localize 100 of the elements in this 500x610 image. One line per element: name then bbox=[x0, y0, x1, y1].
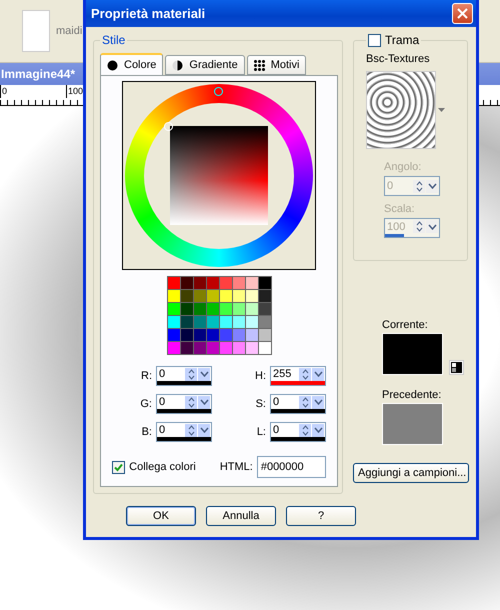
field-label: L: bbox=[256, 426, 266, 438]
dialog-button[interactable]: Annulla bbox=[206, 506, 276, 526]
color-swatch[interactable] bbox=[194, 303, 206, 315]
dropdown-button[interactable] bbox=[312, 396, 324, 408]
color-swatch[interactable] bbox=[180, 290, 192, 302]
color-swatch[interactable] bbox=[194, 329, 206, 341]
color-swatch[interactable] bbox=[180, 342, 192, 354]
checkbox[interactable] bbox=[368, 34, 381, 46]
color-swatch[interactable] bbox=[168, 316, 180, 328]
color-swatch[interactable] bbox=[206, 342, 218, 354]
dot-grid-icon bbox=[254, 60, 265, 70]
dialog-button[interactable]: ? bbox=[286, 506, 356, 526]
color-swatch[interactable] bbox=[246, 316, 258, 328]
caret-icon[interactable] bbox=[438, 108, 445, 112]
number-field[interactable]: 0 bbox=[156, 394, 212, 414]
color-swatch[interactable] bbox=[220, 329, 232, 341]
tab[interactable]: Colore bbox=[100, 53, 164, 75]
texture-preview[interactable] bbox=[366, 71, 436, 149]
swap-button[interactable] bbox=[449, 360, 464, 375]
number-field[interactable]: 0 bbox=[156, 366, 212, 386]
color-swatch[interactable] bbox=[194, 290, 206, 302]
color-swatch[interactable] bbox=[258, 277, 270, 289]
color-swatch[interactable] bbox=[180, 329, 192, 341]
tab[interactable]: Gradiente bbox=[165, 55, 245, 75]
close-icon bbox=[457, 8, 468, 19]
color-swatch[interactable] bbox=[232, 342, 244, 354]
chevron-down-icon bbox=[200, 371, 208, 377]
checkbox-label: Collega colori bbox=[129, 461, 196, 473]
color-swatch[interactable] bbox=[168, 290, 180, 302]
texture-name: Bsc-Textures bbox=[366, 53, 431, 65]
up-down-arrows-icon bbox=[416, 221, 422, 232]
dialog-button[interactable]: OK bbox=[126, 506, 196, 526]
dropdown-button[interactable] bbox=[198, 368, 210, 380]
spin-buttons[interactable] bbox=[185, 368, 197, 380]
chevron-down-icon bbox=[200, 399, 208, 405]
color-swatch[interactable] bbox=[232, 303, 244, 315]
color-swatch[interactable] bbox=[246, 329, 258, 341]
color-swatch[interactable] bbox=[232, 290, 244, 302]
up-down-arrows-icon bbox=[302, 424, 308, 436]
color-swatch[interactable] bbox=[220, 290, 232, 302]
swatch-label: Corrente: bbox=[382, 319, 429, 331]
checkbox[interactable] bbox=[112, 460, 126, 474]
color-swatch[interactable] bbox=[246, 303, 258, 315]
color-swatch[interactable] bbox=[206, 303, 218, 315]
color-swatch[interactable] bbox=[180, 303, 192, 315]
color-wheel-drawing[interactable] bbox=[122, 81, 316, 270]
color-swatch[interactable] bbox=[194, 316, 206, 328]
color-swatch[interactable] bbox=[246, 277, 258, 289]
color-swatch[interactable] bbox=[258, 290, 270, 302]
color-swatch[interactable] bbox=[206, 290, 218, 302]
color-swatch[interactable] bbox=[220, 277, 232, 289]
checkmark-icon bbox=[114, 462, 124, 472]
dropdown-button[interactable] bbox=[198, 424, 210, 436]
thumbnail-preview[interactable] bbox=[22, 10, 50, 52]
color-swatch[interactable] bbox=[206, 316, 218, 328]
ruler-label: 0 bbox=[0, 85, 66, 98]
color-swatch[interactable] bbox=[258, 342, 270, 354]
color-swatch[interactable] bbox=[194, 277, 206, 289]
color-swatch[interactable] bbox=[258, 303, 270, 315]
up-down-arrows-icon bbox=[302, 368, 308, 380]
dropdown-button[interactable] bbox=[312, 424, 324, 436]
color-swatch[interactable] bbox=[180, 277, 192, 289]
up-down-arrows-icon bbox=[416, 180, 422, 192]
color-swatch[interactable] bbox=[168, 303, 180, 315]
color-swatch[interactable] bbox=[194, 342, 206, 354]
spin-buttons[interactable] bbox=[185, 424, 197, 436]
spin-buttons[interactable] bbox=[299, 424, 311, 436]
color-swatch[interactable] bbox=[168, 342, 180, 354]
dropdown-button[interactable] bbox=[198, 396, 210, 408]
chevron-down-icon bbox=[314, 371, 322, 377]
number-field[interactable]: 0 bbox=[156, 422, 212, 442]
group-title: Stile bbox=[101, 33, 126, 47]
hex-field[interactable]: #000000 bbox=[256, 456, 326, 478]
color-swatch[interactable] bbox=[246, 342, 258, 354]
color-swatch[interactable] bbox=[180, 316, 192, 328]
color-swatch[interactable] bbox=[232, 316, 244, 328]
close-button[interactable] bbox=[452, 3, 473, 24]
color-swatch[interactable] bbox=[206, 329, 218, 341]
color-swatch[interactable] bbox=[258, 329, 270, 341]
color-swatch[interactable] bbox=[258, 316, 270, 328]
number-field[interactable]: 0 bbox=[270, 422, 326, 442]
previous-color-swatch[interactable] bbox=[382, 403, 443, 445]
field-label: R: bbox=[141, 370, 152, 382]
number-field[interactable]: 0 bbox=[270, 394, 326, 414]
color-swatch[interactable] bbox=[246, 290, 258, 302]
color-swatch[interactable] bbox=[232, 329, 244, 341]
number-field[interactable]: 255 bbox=[270, 366, 326, 386]
dropdown-button[interactable] bbox=[312, 368, 324, 380]
color-swatch[interactable] bbox=[168, 277, 180, 289]
spin-buttons[interactable] bbox=[299, 396, 311, 408]
color-swatch[interactable] bbox=[206, 277, 218, 289]
add-to-swatches-button[interactable]: Aggiungi a campioni... bbox=[353, 463, 469, 483]
color-swatch[interactable] bbox=[220, 316, 232, 328]
color-swatch[interactable] bbox=[220, 342, 232, 354]
spin-buttons[interactable] bbox=[185, 396, 197, 408]
color-swatch[interactable] bbox=[220, 303, 232, 315]
spin-buttons[interactable] bbox=[299, 368, 311, 380]
color-swatch[interactable] bbox=[168, 329, 180, 341]
tab[interactable]: Motivi bbox=[246, 55, 306, 75]
color-swatch[interactable] bbox=[232, 277, 244, 289]
